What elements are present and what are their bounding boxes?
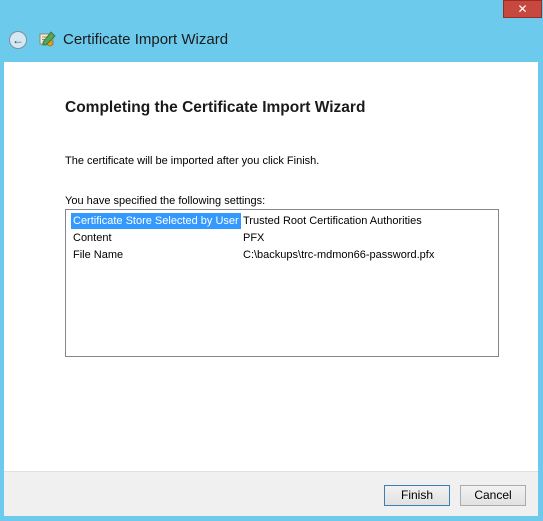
wizard-page: Completing the Certificate Import Wizard… <box>4 62 538 471</box>
certificate-wizard-icon <box>39 31 56 47</box>
wizard-title: Certificate Import Wizard <box>63 31 229 48</box>
finish-button[interactable]: Finish <box>384 485 450 506</box>
setting-key: Certificate Store Selected by User <box>71 213 241 229</box>
cancel-button[interactable]: Cancel <box>460 485 526 506</box>
setting-key: File Name <box>73 249 124 261</box>
close-button[interactable]: ✕ <box>503 0 542 18</box>
settings-row[interactable]: Certificate Store Selected by User Trust… <box>66 213 498 229</box>
settings-list[interactable]: Certificate Store Selected by User Trust… <box>65 209 499 357</box>
setting-value: C:\backups\trc-mdmon66-password.pfx <box>243 249 435 261</box>
settings-row[interactable]: File Name C:\backups\trc-mdmon66-passwor… <box>66 247 498 263</box>
settings-row[interactable]: Content PFX <box>66 230 498 246</box>
back-arrow-icon: ← <box>12 33 24 47</box>
setting-key: Content <box>73 232 112 244</box>
settings-label: You have specified the following setting… <box>65 195 266 207</box>
setting-value: Trusted Root Certification Authorities <box>243 215 422 227</box>
setting-value: PFX <box>243 232 265 244</box>
button-bar: Finish Cancel <box>4 471 538 516</box>
close-icon: ✕ <box>517 2 528 16</box>
page-heading: Completing the Certificate Import Wizard <box>65 99 366 116</box>
intro-text: The certificate will be imported after y… <box>65 155 320 167</box>
back-button[interactable]: ← <box>9 31 27 49</box>
